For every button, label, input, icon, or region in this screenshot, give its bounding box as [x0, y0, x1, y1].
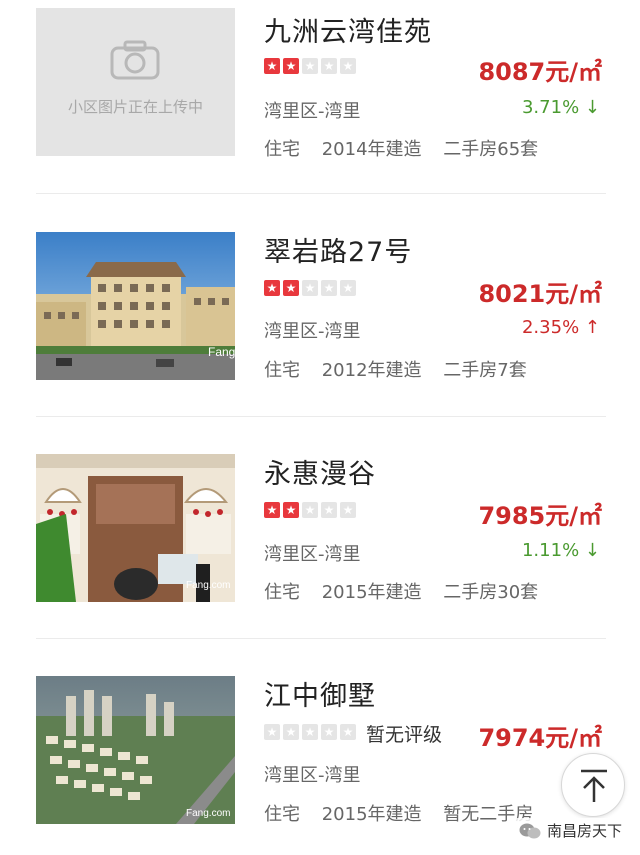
listing-price: 8087元/㎡: [478, 58, 602, 86]
rating-stars: [264, 501, 356, 519]
listing-price: 7985元/㎡: [478, 502, 602, 530]
wechat-icon: [519, 823, 541, 838]
back-to-top-button[interactable]: [561, 753, 625, 817]
listing-price: 7974元/㎡: [478, 724, 602, 752]
price-change: 3.71% ↓: [522, 97, 600, 118]
listing-thumbnail-placeholder[interactable]: 小区图片正在上传中: [36, 8, 235, 156]
star-icon: [283, 279, 299, 297]
price-change: 2.35% ↑: [522, 317, 600, 338]
image-watermark: Fang: [208, 345, 235, 359]
listing-thumbnail[interactable]: Fang.com: [36, 676, 235, 824]
secondhand-count: 二手房7套: [443, 360, 527, 381]
rating-stars: [264, 57, 356, 75]
rating-stars: [264, 723, 356, 741]
star-icon: [321, 57, 337, 75]
rating-stars: [264, 279, 356, 297]
price-change-value: 3.71%: [521, 97, 580, 118]
star-icon: [302, 57, 318, 75]
star-icon: [302, 279, 318, 297]
listing-info: 住宅 2015年建造 暂无二手房: [264, 800, 549, 826]
star-icon: [340, 501, 356, 519]
listing-price: 8021元/㎡: [478, 280, 602, 308]
account-watermark: 南昌房天下: [514, 818, 626, 843]
showroom-photo: Fang.com: [36, 454, 235, 602]
divider: [36, 416, 606, 417]
divider: [36, 638, 606, 639]
aerial-photo: Fang.com: [36, 676, 235, 824]
price-change-value: 1.11%: [521, 540, 580, 561]
listing-item-2[interactable]: Fang 翠岩路27号 8021元/㎡ 湾里区-湾里 2.35% ↑ 住宅 20…: [36, 232, 606, 382]
listing-name[interactable]: 永惠漫谷: [264, 452, 376, 491]
divider: [36, 193, 606, 194]
price-change: 1.11% ↓: [522, 540, 600, 561]
star-icon: [321, 279, 337, 297]
listing-district: 湾里区-湾里: [264, 544, 361, 565]
listing-info: 住宅 2014年建造 二手房65套: [264, 135, 554, 161]
listing-district: 湾里区-湾里: [264, 321, 361, 342]
image-watermark: Fang.com: [186, 580, 230, 591]
listing-thumbnail[interactable]: Fang.com: [36, 454, 235, 602]
build-year: 2015年建造: [321, 582, 422, 603]
star-icon: [283, 723, 299, 741]
arrow-up-small-icon: ↑: [584, 317, 600, 338]
secondhand-count: 二手房30套: [443, 582, 539, 603]
arrow-down-icon: ↓: [584, 540, 600, 561]
property-type: 住宅: [264, 804, 300, 825]
star-icon: [302, 501, 318, 519]
watermark-text: 南昌房天下: [546, 822, 622, 840]
listing-name[interactable]: 九洲云湾佳苑: [264, 10, 432, 49]
price-change-value: 2.35%: [521, 317, 580, 338]
star-icon: [283, 501, 299, 519]
listing-info: 住宅 2012年建造 二手房7套: [264, 356, 543, 382]
star-icon: [321, 501, 337, 519]
star-icon: [340, 723, 356, 741]
listing-item-3[interactable]: Fang.com 永惠漫谷 7985元/㎡ 湾里区-湾里 1.11% ↓ 住宅 …: [36, 454, 606, 604]
listing-item-1[interactable]: 小区图片正在上传中 九洲云湾佳苑 8087元/㎡ 湾里区-湾里 3.71% ↓ …: [36, 8, 606, 161]
star-icon: [340, 57, 356, 75]
image-watermark: Fang.com: [186, 808, 230, 819]
listing-item-4[interactable]: Fang.com 江中御墅 暂无评级 7974元/㎡ 湾里区-湾里 住宅 201…: [36, 676, 606, 826]
star-icon: [321, 723, 337, 741]
secondhand-count: 二手房65套: [443, 139, 539, 160]
arrow-up-icon: [581, 769, 607, 802]
build-year: 2012年建造: [321, 360, 422, 381]
property-type: 住宅: [264, 360, 300, 381]
building-photo: Fang: [36, 232, 235, 380]
camera-icon: [110, 40, 160, 80]
star-icon: [283, 57, 299, 75]
star-icon: [264, 279, 280, 297]
build-year: 2015年建造: [321, 804, 422, 825]
property-type: 住宅: [264, 582, 300, 603]
star-icon: [264, 723, 280, 741]
placeholder-text: 小区图片正在上传中: [67, 98, 203, 116]
star-icon: [264, 57, 280, 75]
listing-name[interactable]: 江中御墅: [264, 674, 376, 713]
arrow-down-icon: ↓: [584, 97, 600, 118]
listing-thumbnail[interactable]: Fang: [36, 232, 235, 380]
property-type: 住宅: [264, 139, 300, 160]
rating-label: 暂无评级: [366, 724, 443, 746]
listing-district: 湾里区-湾里: [264, 765, 361, 786]
build-year: 2014年建造: [321, 139, 422, 160]
listing-info: 住宅 2015年建造 二手房30套: [264, 578, 554, 604]
listing-name[interactable]: 翠岩路27号: [264, 230, 412, 269]
star-icon: [340, 279, 356, 297]
listing-district: 湾里区-湾里: [264, 101, 361, 122]
star-icon: [302, 723, 318, 741]
star-icon: [264, 501, 280, 519]
